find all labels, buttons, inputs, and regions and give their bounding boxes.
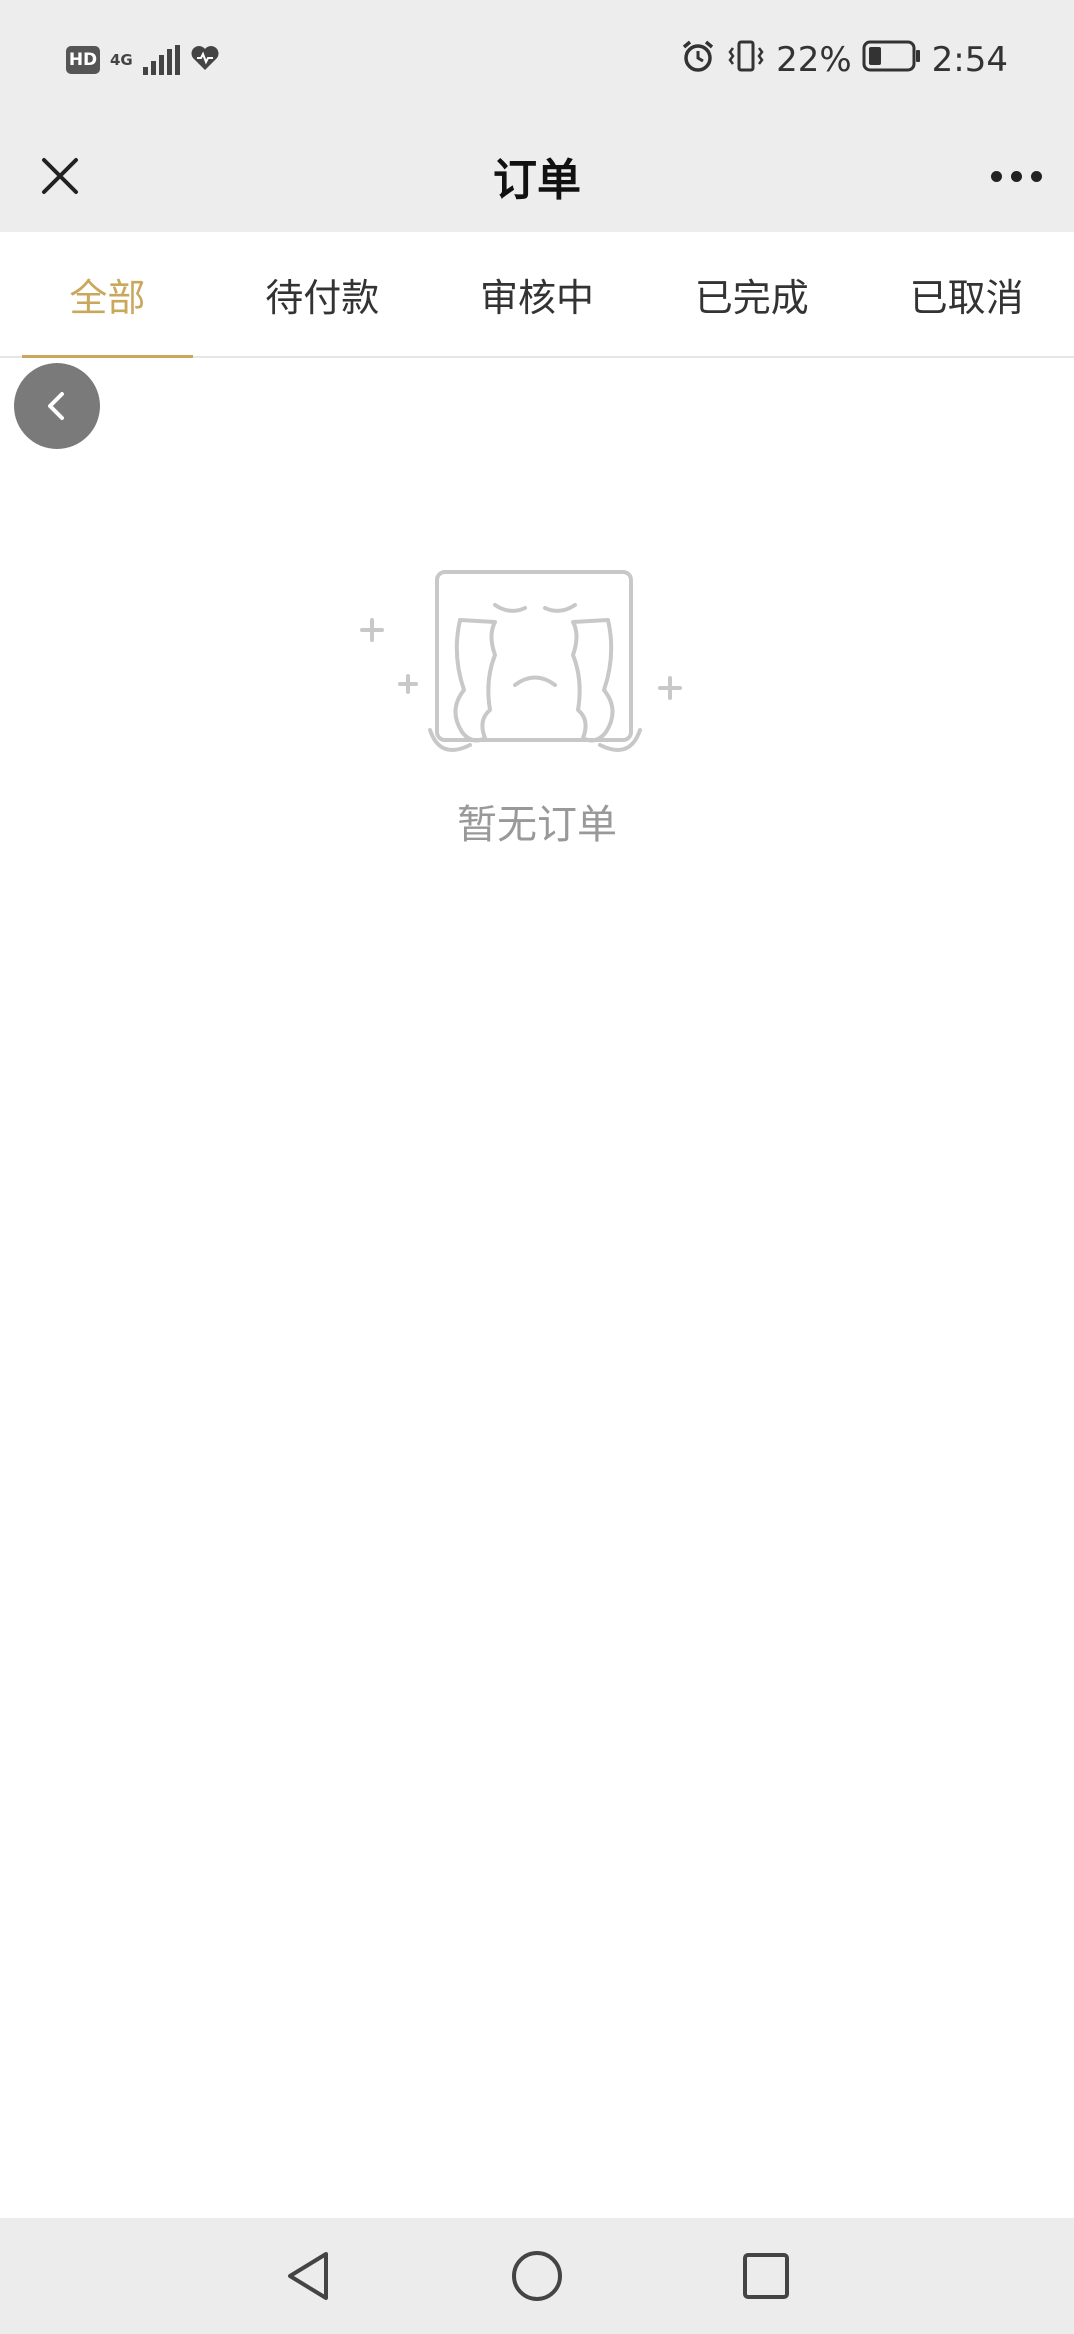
system-back-button[interactable] (278, 2246, 338, 2306)
empty-box-icon (360, 570, 682, 752)
more-icon-dot (1030, 170, 1042, 182)
tab-all[interactable]: 全部 (0, 232, 215, 358)
clock-time: 2:54 (931, 40, 1008, 80)
back-triangle-icon (288, 2252, 328, 2300)
network-label: 4G (110, 50, 133, 69)
signal-icon (142, 45, 180, 75)
close-button[interactable] (28, 144, 92, 208)
empty-message: 暂无订单 (457, 802, 617, 848)
status-bar: HD 4G 22% 2:54 (0, 0, 1074, 120)
vibrate-icon (726, 38, 766, 83)
more-icon-dot (990, 170, 1002, 182)
chevron-left-icon (48, 392, 64, 420)
alarm-icon (680, 38, 716, 83)
hd-icon: HD (66, 46, 100, 74)
more-button[interactable] (984, 144, 1048, 208)
heart-icon (190, 44, 220, 76)
tab-pending-payment[interactable]: 待付款 (215, 232, 430, 356)
nav-bar: 订单 (0, 120, 1074, 232)
status-left: HD 4G (66, 40, 220, 80)
close-icon (42, 158, 78, 194)
battery-percent: 22% (776, 40, 852, 80)
battery-icon (862, 39, 922, 82)
system-home-button[interactable] (507, 2246, 567, 2306)
recents-square-icon (743, 2253, 789, 2299)
more-icon-dot (1010, 170, 1022, 182)
system-nav-bar (0, 2218, 1074, 2334)
floating-back-button[interactable] (14, 363, 100, 449)
home-circle-icon (512, 2251, 562, 2301)
page-title: 订单 (493, 155, 581, 206)
system-recents-button[interactable] (736, 2246, 796, 2306)
tab-completed[interactable]: 已完成 (644, 232, 859, 356)
tab-cancelled[interactable]: 已取消 (859, 232, 1074, 356)
tab-under-review[interactable]: 审核中 (430, 232, 645, 356)
order-status-tabs: 全部 待付款 审核中 已完成 已取消 (0, 232, 1074, 358)
status-right: 22% 2:54 (680, 36, 1008, 84)
